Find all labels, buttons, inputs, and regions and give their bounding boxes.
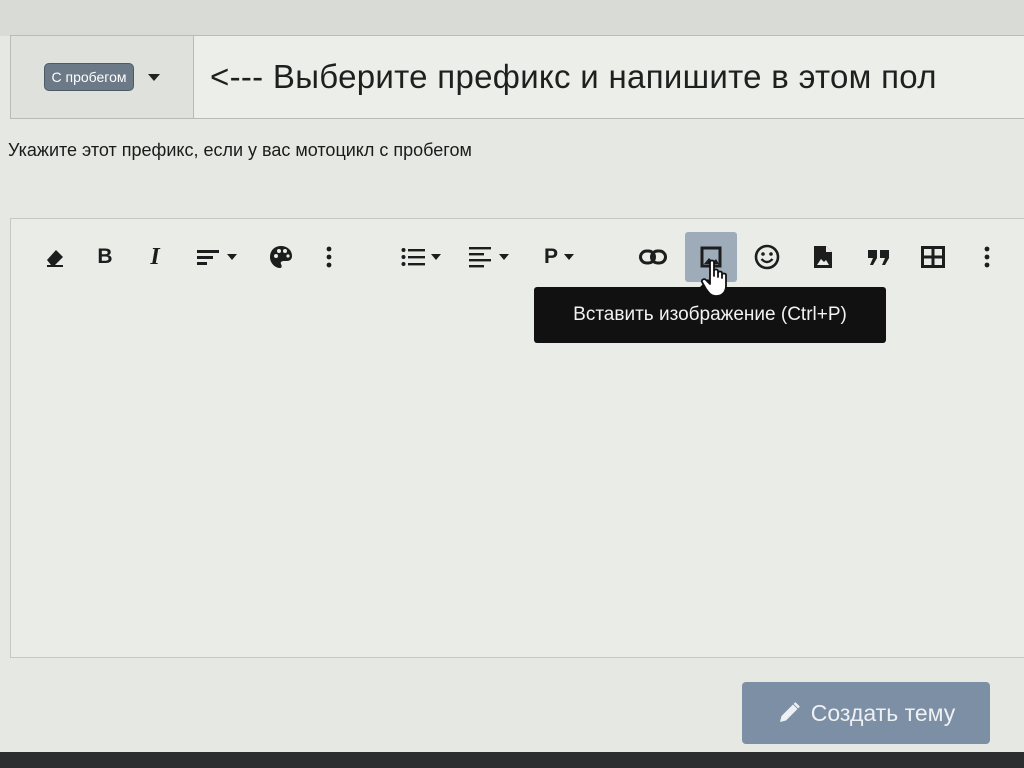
- chevron-down-icon: [147, 73, 160, 81]
- prefix-hint: Укажите этот префикс, если у вас мотоцик…: [8, 140, 472, 160]
- thread-title-row: С пробегом <--- Выберите префикс и напиш…: [10, 35, 1024, 119]
- title-input[interactable]: <--- Выберите префикс и напишите в этом …: [194, 36, 1024, 118]
- chevron-down-icon: [564, 254, 574, 260]
- palette-icon: [270, 246, 292, 268]
- paragraph-icon: P: [543, 245, 558, 268]
- more-text-options-button[interactable]: [315, 232, 343, 282]
- bold-icon: B: [97, 245, 113, 268]
- paragraph-format-button[interactable]: P: [535, 232, 583, 282]
- insert-link-button[interactable]: [633, 232, 673, 282]
- create-thread-label: Создать тему: [810, 699, 956, 726]
- remove-formatting-button[interactable]: [35, 232, 75, 282]
- more-vertical-icon: [326, 246, 332, 268]
- message-editor: B I P: [10, 218, 1024, 658]
- list-button[interactable]: [395, 232, 447, 282]
- quote-button[interactable]: [859, 232, 899, 282]
- bottom-strip: [0, 752, 1024, 768]
- editor-text-area[interactable]: [11, 299, 1024, 657]
- eraser-icon: [47, 250, 63, 267]
- hand-cursor-icon: [700, 258, 734, 305]
- font-size-button[interactable]: [191, 232, 243, 282]
- create-thread-button[interactable]: Создать тему: [742, 682, 990, 744]
- align-button[interactable]: [463, 232, 515, 282]
- more-vertical-icon: [984, 246, 990, 268]
- insert-smilie-button[interactable]: [747, 232, 787, 282]
- chevron-down-icon: [431, 254, 441, 260]
- pencil-icon: [779, 702, 800, 722]
- prefix-badge: С пробегом: [44, 63, 134, 91]
- media-icon: [814, 246, 832, 268]
- italic-icon: I: [150, 243, 160, 270]
- more-insert-options-button[interactable]: [973, 232, 1001, 282]
- insert-table-button[interactable]: [913, 232, 953, 282]
- top-strip: [0, 0, 1024, 36]
- insert-media-button[interactable]: [803, 232, 843, 282]
- prefix-dropdown[interactable]: С пробегом: [11, 36, 194, 118]
- chevron-down-icon: [227, 254, 237, 260]
- bold-button[interactable]: B: [87, 232, 123, 282]
- align-icon: [469, 247, 491, 268]
- quote-icon: [868, 250, 889, 265]
- smile-icon: [754, 244, 780, 270]
- chevron-down-icon: [499, 254, 509, 260]
- list-icon: [401, 248, 425, 266]
- font-size-icon: [197, 250, 219, 265]
- link-icon: [639, 249, 667, 265]
- italic-button[interactable]: I: [137, 232, 173, 282]
- table-icon: [921, 246, 945, 268]
- text-color-button[interactable]: [261, 232, 301, 282]
